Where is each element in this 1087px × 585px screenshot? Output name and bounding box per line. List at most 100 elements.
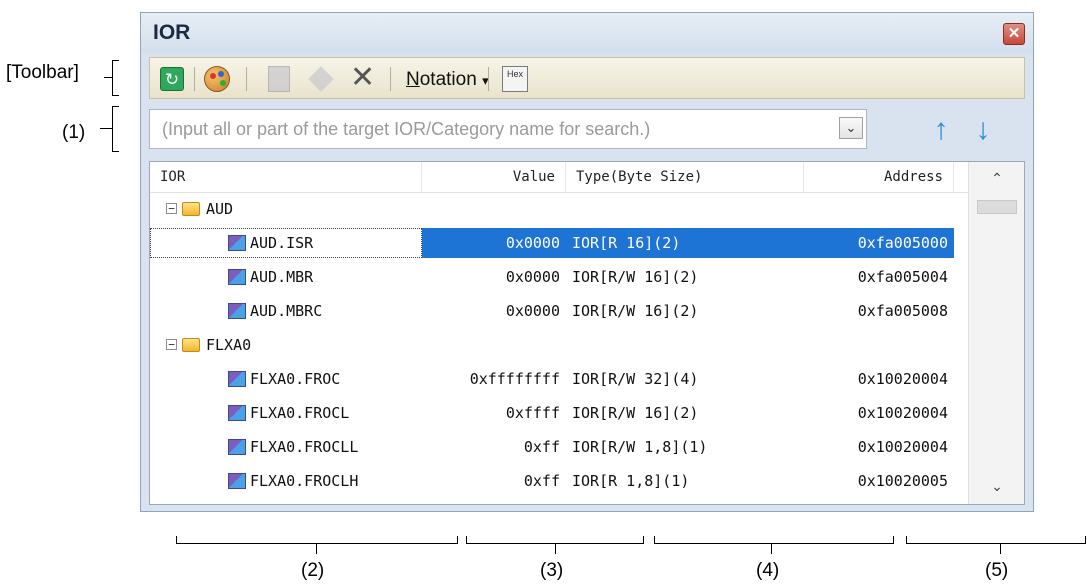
ior-name: AUD.MBRC <box>250 302 323 320</box>
toolbar: ↻ ✕ Notation ▾ Hex <box>149 57 1025 99</box>
annotation-col-ior-bracket <box>176 536 458 544</box>
ior-address: 0x10020004 <box>857 370 948 388</box>
palette-dot <box>218 71 224 77</box>
ior-address: 0x10020004 <box>857 404 948 422</box>
table-row[interactable]: AUD.MBR 0x0000 IOR[R/W 16](2) 0xfa005004 <box>150 260 968 294</box>
annotation-col-address-bracket <box>906 536 1086 544</box>
annotation-col-address: (5) <box>985 560 1009 581</box>
annotation-search-bracket <box>112 106 119 152</box>
annotation-search-tick <box>100 128 112 129</box>
ior-type: IOR[R/W 1,8](1) <box>572 438 708 456</box>
table-row[interactable]: FLXA0.FROCLL 0xff IOR[R/W 1,8](1) 0x1002… <box>150 430 968 464</box>
ior-type: IOR[R/W 16](2) <box>572 268 699 286</box>
ior-value[interactable]: 0xffff <box>422 396 566 430</box>
color-palette-icon[interactable] <box>204 66 230 92</box>
scroll-down-icon[interactable]: ⌄ <box>983 474 1011 498</box>
category-row-flxa0[interactable]: − FLXA0 <box>150 328 968 362</box>
ior-value[interactable]: 0x0000 <box>422 294 566 328</box>
annotation-col-ior: (2) <box>301 560 325 581</box>
ior-value[interactable]: 0x0000 <box>422 226 566 260</box>
title-bar[interactable]: IOR ✕ <box>141 13 1033 53</box>
refresh-icon[interactable]: ↻ <box>160 67 184 91</box>
table-row[interactable]: FLXA0.FROCLH 0xff IOR[R 1,8](1) 0x100200… <box>150 464 968 498</box>
ior-address: 0xfa005000 <box>857 234 948 252</box>
register-icon <box>228 405 246 421</box>
search-forward-button[interactable]: ↓ <box>967 113 999 147</box>
close-button[interactable]: ✕ <box>1003 23 1025 45</box>
vertical-scrollbar[interactable]: ⌃ ⌄ <box>968 162 1024 504</box>
ior-type: IOR[R/W 16](2) <box>572 404 699 422</box>
annotation-col-type-bracket <box>654 536 894 544</box>
ior-name: FLXA0.FROC <box>250 370 341 388</box>
header-value[interactable]: Value <box>422 162 566 192</box>
annotation-col-value-bracket <box>466 536 644 544</box>
annotation-col-address-tick <box>1000 544 1001 554</box>
ior-name: FLXA0.FROCLL <box>250 438 359 456</box>
register-icon[interactable] <box>268 66 290 92</box>
search-backward-button[interactable]: ↑ <box>925 113 957 147</box>
folder-icon <box>182 338 200 352</box>
folder-icon <box>182 202 200 216</box>
table-row[interactable]: FLXA0.FROC 0xffffffff IOR[R/W 32](4) 0x1… <box>150 362 968 396</box>
header-address[interactable]: Address <box>804 162 954 192</box>
toolbar-separator <box>390 67 391 91</box>
ior-value[interactable]: 0x0000 <box>422 260 566 294</box>
annotation-search: (1) <box>62 122 86 143</box>
ior-value[interactable]: 0xff <box>422 430 566 464</box>
close-icon: ✕ <box>1007 25 1021 42</box>
notation-accesskey: N <box>406 69 420 90</box>
hex-display-icon[interactable]: Hex <box>502 66 528 92</box>
annotation-toolbar-tick <box>104 77 112 78</box>
category-name: AUD <box>206 200 234 218</box>
collapse-icon[interactable]: − <box>166 339 177 350</box>
category-row-aud[interactable]: − AUD <box>150 192 968 226</box>
hex-label: Hex <box>506 69 523 79</box>
ior-list: IOR Value Type(Byte Size) Address − AUD … <box>149 161 1025 505</box>
register-icon <box>228 269 246 285</box>
ior-name: FLXA0.FROCL <box>250 404 350 422</box>
ior-name: AUD.ISR <box>250 234 314 252</box>
ior-type: IOR[R 16](2) <box>572 234 681 252</box>
annotation-col-value: (3) <box>540 560 564 581</box>
toolbar-separator <box>488 67 489 91</box>
search-area: ⌄ ↑ ↓ <box>149 109 1025 153</box>
ior-type: IOR[R/W 32](4) <box>572 370 699 388</box>
register-icon <box>228 473 246 489</box>
ior-type: IOR[R/W 16](2) <box>572 302 699 320</box>
ior-name: FLXA0.FROCLH <box>250 472 359 490</box>
eraser-icon[interactable] <box>308 66 334 92</box>
search-input[interactable] <box>149 109 867 149</box>
category-name: FLXA0 <box>206 336 252 354</box>
collapse-icon[interactable]: − <box>166 203 177 214</box>
ior-panel: IOR ✕ ↻ ✕ Notation ▾ Hex ⌄ ↑ ↓ IOR Value <box>140 12 1034 512</box>
ior-value[interactable]: 0xff <box>422 464 566 498</box>
palette-dot <box>210 73 216 79</box>
scroll-thumb[interactable] <box>977 200 1017 214</box>
ior-address: 0xfa005004 <box>857 268 948 286</box>
ior-value[interactable]: 0xffffffff <box>422 362 566 396</box>
annotation-col-value-tick <box>555 544 556 554</box>
delete-icon[interactable]: ✕ <box>350 63 375 93</box>
annotation-col-type: (4) <box>756 560 780 581</box>
annotation-col-type-tick <box>771 544 772 554</box>
search-history-dropdown[interactable]: ⌄ <box>839 117 863 139</box>
table-row[interactable]: AUD.ISR 0x0000 IOR[R 16](2) 0xfa005000 <box>150 226 968 260</box>
ior-address: 0x10020004 <box>857 438 948 456</box>
annotation-col-ior-tick <box>316 544 317 554</box>
palette-dot <box>220 80 226 86</box>
register-icon <box>228 303 246 319</box>
header-type[interactable]: Type(Byte Size) <box>566 162 804 192</box>
register-icon <box>228 439 246 455</box>
annotation-toolbar-bracket <box>112 60 119 96</box>
notation-menu-button[interactable]: Notation ▾ <box>406 69 489 95</box>
scroll-up-icon[interactable]: ⌃ <box>983 166 1011 190</box>
table-row[interactable]: AUD.MBRC 0x0000 IOR[R/W 16](2) 0xfa00500… <box>150 294 968 328</box>
header-ior[interactable]: IOR <box>150 162 422 192</box>
table-row[interactable]: FLXA0.FROCL 0xffff IOR[R/W 16](2) 0x1002… <box>150 396 968 430</box>
notation-label: otation <box>419 69 477 90</box>
panel-title: IOR <box>153 21 191 44</box>
register-icon <box>228 235 246 251</box>
ior-name: AUD.MBR <box>250 268 314 286</box>
ior-address: 0x10020005 <box>857 472 948 490</box>
annotation-toolbar: [Toolbar] <box>6 62 79 83</box>
